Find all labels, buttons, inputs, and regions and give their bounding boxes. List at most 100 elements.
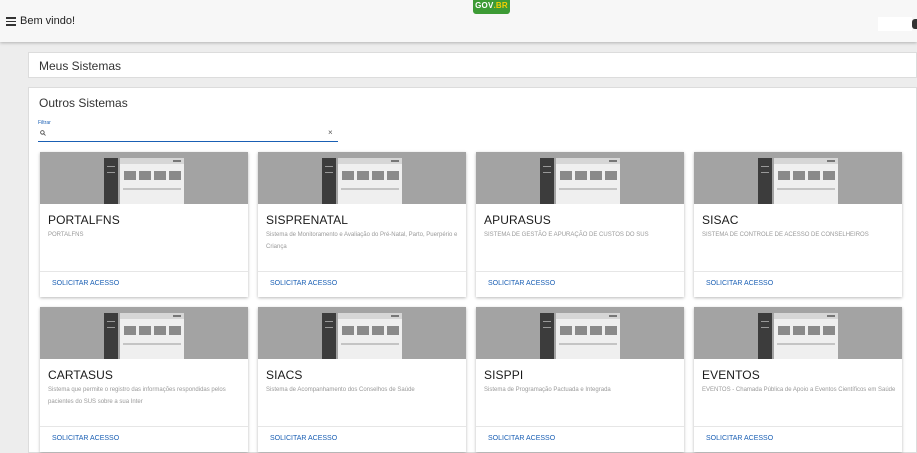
system-card: CARTASUS Sistema que permite o registro d… (40, 307, 248, 452)
mockup-tile-graphic (342, 326, 354, 335)
solicitar-acesso-button[interactable]: SOLICITAR ACESSO (270, 280, 337, 287)
card-image (40, 152, 248, 204)
card-divider (258, 426, 466, 427)
card-title: SISPRENATAL (266, 213, 349, 227)
mockup-titlebar-graphic (120, 313, 184, 319)
logo-gov-text: GOV (475, 1, 494, 10)
meus-sistemas-panel: Meus Sistemas (28, 52, 917, 78)
mockup-tile-graphic (778, 326, 790, 335)
mockup-sidebar-graphic (540, 313, 554, 359)
card-image (476, 152, 684, 204)
mockup-tile-graphic (808, 326, 820, 335)
mockup-tile-graphic (590, 326, 602, 335)
mockup-tile-graphic (124, 326, 136, 335)
mockup-tile-graphic (169, 171, 181, 180)
card-divider (694, 426, 902, 427)
solicitar-acesso-button[interactable]: SOLICITAR ACESSO (52, 280, 119, 287)
filter-underline (38, 141, 338, 142)
card-title: CARTASUS (48, 368, 114, 382)
outros-sistemas-title: Outros Sistemas (39, 96, 128, 110)
logo-br-text: .BR (493, 1, 508, 10)
mockup-titlebar-graphic (556, 158, 620, 164)
card-description: Sistema de Acompanhamento dos Conselhos … (266, 387, 415, 393)
card-image (694, 152, 902, 204)
card-divider (476, 271, 684, 272)
user-avatar[interactable] (912, 19, 917, 29)
mockup-sidebar-graphic (104, 313, 118, 359)
mockup-tile-graphic (823, 326, 835, 335)
card-image (258, 307, 466, 359)
filter-input[interactable] (48, 127, 323, 139)
mockup-tile-graphic (560, 171, 572, 180)
mockup-dots-graphic (391, 160, 399, 162)
solicitar-acesso-button[interactable]: SOLICITAR ACESSO (52, 435, 119, 442)
mockup-titlebar-graphic (774, 158, 838, 164)
mockup-window-graphic (774, 158, 838, 204)
card-title: SISPPI (484, 368, 524, 382)
solicitar-acesso-button[interactable]: SOLICITAR ACESSO (270, 435, 337, 442)
card-description: SISTEMA DE CONTROLE DE ACESSO DE CONSELH… (702, 232, 869, 238)
mockup-tile-graphic (387, 326, 399, 335)
clear-filter-icon[interactable]: × (328, 128, 333, 137)
card-divider (40, 271, 248, 272)
mockup-titlebar-graphic (774, 313, 838, 319)
mockup-titlebar-graphic (338, 158, 402, 164)
solicitar-acesso-button[interactable]: SOLICITAR ACESSO (706, 280, 773, 287)
mockup-sidebar-graphic (322, 158, 336, 204)
mockup-tile-graphic (793, 171, 805, 180)
card-image (694, 307, 902, 359)
card-description: EVENTOS - Chamada Pública de Apoio a Eve… (702, 387, 896, 393)
mockup-sidebar-graphic (758, 158, 772, 204)
mockup-sidebar-graphic (104, 158, 118, 204)
card-description: Sistema de Monitoramento e Avaliação do … (266, 232, 458, 250)
mockup-footer-graphic (341, 188, 399, 190)
mockup-tile-graphic (387, 171, 399, 180)
card-image (40, 307, 248, 359)
mockup-window-graphic (120, 313, 184, 359)
mockup-tile-graphic (139, 171, 151, 180)
mockup-tile-graphic (154, 326, 166, 335)
gov-br-logo[interactable]: GOV.BR (473, 0, 510, 14)
card-description: Sistema que permite o registro das infor… (48, 387, 226, 405)
mockup-dots-graphic (173, 315, 181, 317)
mockup-footer-graphic (559, 343, 617, 345)
hamburger-menu-icon[interactable] (6, 17, 16, 26)
card-description: PORTALFNS (48, 232, 84, 238)
mockup-tile-graphic (372, 171, 384, 180)
mockup-window-graphic (556, 313, 620, 359)
mockup-footer-graphic (123, 343, 181, 345)
solicitar-acesso-button[interactable]: SOLICITAR ACESSO (706, 435, 773, 442)
mockup-tile-graphic (590, 171, 602, 180)
mockup-tile-graphic (139, 326, 151, 335)
mockup-dots-graphic (391, 315, 399, 317)
mockup-tile-graphic (778, 171, 790, 180)
mockup-tile-graphic (124, 171, 136, 180)
system-card: SIACS Sistema de Acompanhamento dos Conse… (258, 307, 466, 452)
system-card: SISPRENATAL Sistema de Monitoramento e Av… (258, 152, 466, 297)
card-divider (476, 426, 684, 427)
mockup-titlebar-graphic (338, 313, 402, 319)
user-menu-box[interactable] (878, 17, 912, 31)
solicitar-acesso-button[interactable]: SOLICITAR ACESSO (488, 280, 555, 287)
mockup-sidebar-graphic (322, 313, 336, 359)
mockup-tile-graphic (605, 326, 617, 335)
mockup-tile-graphic (357, 171, 369, 180)
mockup-tile-graphic (793, 326, 805, 335)
system-card: SISPPI Sistema de Programação Pactuada e … (476, 307, 684, 452)
filter-label: Filtrar (38, 120, 51, 126)
mockup-tile-graphic (808, 171, 820, 180)
mockup-window-graphic (338, 158, 402, 204)
card-divider (258, 271, 466, 272)
mockup-tile-graphic (372, 326, 384, 335)
mockup-window-graphic (556, 158, 620, 204)
mockup-dots-graphic (827, 160, 835, 162)
mockup-tile-graphic (342, 171, 354, 180)
card-title: SISAC (702, 213, 739, 227)
mockup-tile-graphic (560, 326, 572, 335)
mockup-titlebar-graphic (556, 313, 620, 319)
system-card: EVENTOS EVENTOS - Chamada Pública de Apoi… (694, 307, 902, 452)
mockup-window-graphic (120, 158, 184, 204)
mockup-footer-graphic (341, 343, 399, 345)
solicitar-acesso-button[interactable]: SOLICITAR ACESSO (488, 435, 555, 442)
card-description: Sistema de Programação Pactuada e Integr… (484, 387, 611, 393)
